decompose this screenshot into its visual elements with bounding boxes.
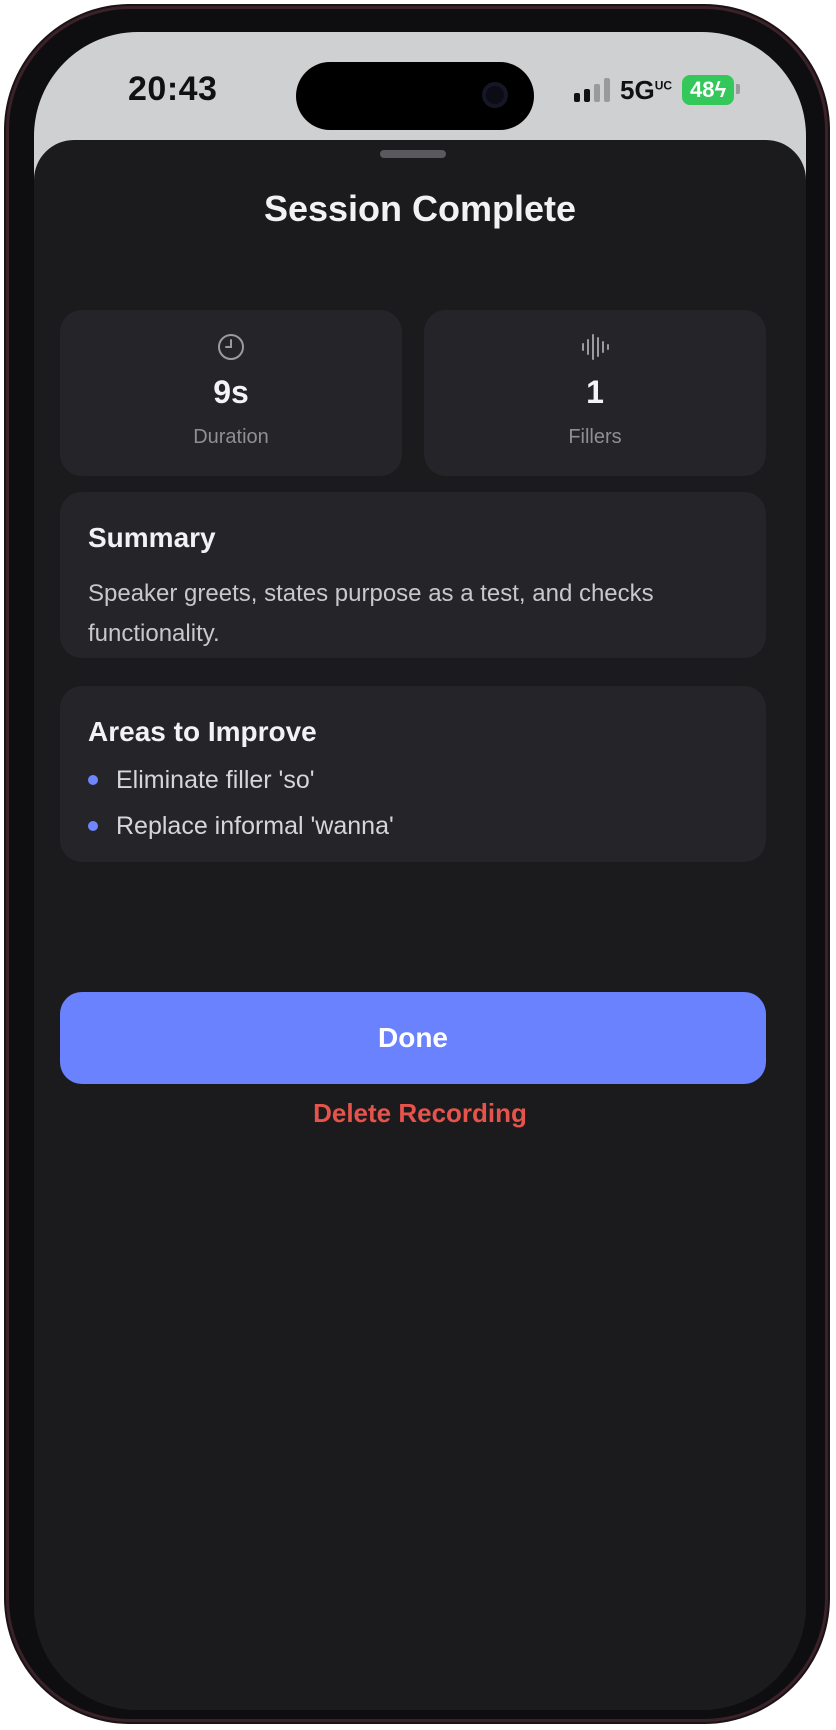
duration-value: 9s xyxy=(213,374,249,410)
summary-heading: Summary xyxy=(88,522,216,553)
session-complete-sheet: Session Complete 9s Duration 1 Fillers S… xyxy=(34,140,806,1710)
improve-item: Replace informal 'wanna' xyxy=(88,806,394,846)
network-suffix: UC xyxy=(654,77,673,92)
done-button[interactable]: Done xyxy=(60,992,766,1084)
screen: 20:43 5GUC 48ϟ Session Complete 9s Durat… xyxy=(34,32,806,1710)
network-label: 5G xyxy=(620,74,655,105)
phone-frame: 20:43 5GUC 48ϟ Session Complete 9s Durat… xyxy=(6,6,828,1722)
improve-item-text: Replace informal 'wanna' xyxy=(116,811,394,840)
summary-card: Summary Speaker greets, states purpose a… xyxy=(60,492,766,658)
improve-heading: Areas to Improve xyxy=(88,716,317,747)
clock-icon xyxy=(60,332,402,362)
cellular-signal-icon xyxy=(574,78,610,102)
areas-to-improve-card: Areas to Improve Eliminate filler 'so' R… xyxy=(60,686,766,862)
bullet-dot-icon xyxy=(88,775,98,785)
fillers-label: Fillers xyxy=(568,426,622,448)
sheet-title: Session Complete xyxy=(263,188,577,229)
sheet-grabber[interactable] xyxy=(380,150,446,158)
waveform-icon xyxy=(424,332,766,362)
dynamic-island xyxy=(296,62,534,130)
camera-icon xyxy=(482,82,508,108)
battery-icon: 48ϟ xyxy=(682,75,741,105)
battery-level: 48 xyxy=(690,77,715,102)
duration-label: Duration xyxy=(193,426,269,448)
duration-card: 9s Duration xyxy=(60,310,402,476)
network-type: 5GUC xyxy=(620,75,672,106)
improve-item: Eliminate filler 'so' xyxy=(88,760,315,800)
status-time: 20:43 xyxy=(128,70,218,108)
delete-recording-button[interactable]: Delete Recording xyxy=(34,1098,806,1129)
status-indicators: 5GUC 48ϟ xyxy=(574,72,741,108)
fillers-card: 1 Fillers xyxy=(424,310,766,476)
bullet-dot-icon xyxy=(88,821,98,831)
summary-text: Speaker greets, states purpose as a test… xyxy=(88,580,654,647)
improve-item-text: Eliminate filler 'so' xyxy=(116,765,315,794)
charging-bolt-icon: ϟ xyxy=(714,77,727,102)
fillers-value: 1 xyxy=(586,374,604,410)
